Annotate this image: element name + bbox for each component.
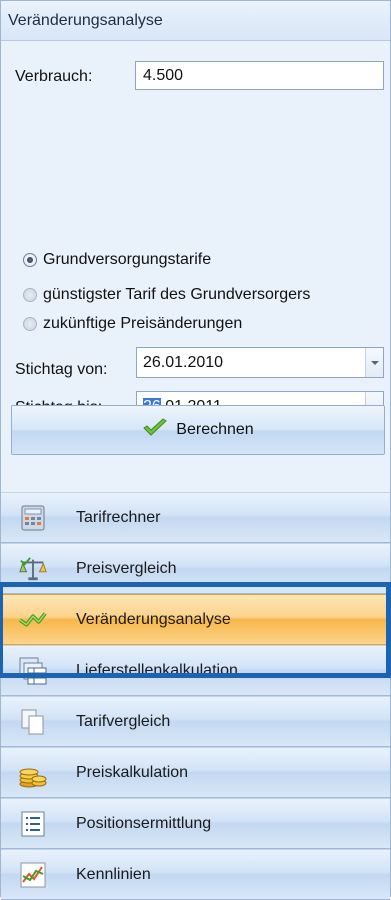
radio-zukuenftige-preisaenderungen[interactable]: zukünftige Preisänderungen: [23, 312, 242, 336]
nav-item-lieferstellenkalkulation[interactable]: Lieferstellenkalkulation: [1, 645, 390, 696]
nav-item-preisvergleich[interactable]: Preisvergleich: [1, 543, 390, 594]
berechnen-button[interactable]: Berechnen: [11, 405, 385, 455]
chevron-down-icon[interactable]: [365, 348, 383, 377]
coins-icon: [19, 759, 47, 787]
radio-guenstigster-tarif[interactable]: günstigster Tarif des Grundversorgers: [23, 283, 310, 307]
radio-label: zukünftige Preisänderungen: [43, 315, 243, 332]
scales-icon: [19, 555, 47, 583]
nav-item-kennlinien[interactable]: Kennlinien: [1, 849, 390, 900]
nav-label: Lieferstellenkalkulation: [76, 661, 238, 679]
nav-item-tarifrechner[interactable]: Tarifrechner: [1, 492, 390, 543]
nav-label: Veränderungsanalyse: [76, 610, 231, 628]
nav-label: Kennlinien: [76, 865, 151, 883]
checkmark-icon: [142, 417, 168, 443]
line-chart-icon: [19, 861, 47, 889]
calculator-icon: [19, 504, 47, 532]
radio-label: günstigster Tarif des Grundversorgers: [43, 286, 311, 303]
stichtag-von-combo[interactable]: 26.01.2010: [136, 347, 384, 378]
nav-label: Preisvergleich: [76, 559, 177, 577]
radio-grundversorgungstarife[interactable]: Grundversorgungstarife: [23, 248, 211, 272]
verbrauch-input[interactable]: [135, 61, 384, 90]
list-icon: [19, 810, 47, 838]
navigation-list: Tarifrechner Preisvergleich Veränderungs…: [1, 492, 390, 900]
nav-label: Positionsermittlung: [76, 814, 212, 832]
radio-label: Grundversorgungstarife: [43, 251, 212, 268]
nav-item-tarifvergleich[interactable]: Tarifvergleich: [1, 696, 390, 747]
nav-label: Tarifrechner: [76, 508, 161, 526]
radio-unchecked-icon: [23, 317, 37, 331]
radio-unchecked-icon: [23, 288, 37, 302]
analysis-panel: Verbrauch: Grundversorgungstarife günsti…: [1, 41, 390, 491]
nav-item-veraenderungsanalyse[interactable]: Veränderungsanalyse: [1, 594, 390, 645]
trend-chart-icon: [19, 606, 47, 634]
verbrauch-label: Verbrauch:: [15, 68, 93, 85]
nav-item-positionsermittlung[interactable]: Positionsermittlung: [1, 798, 390, 849]
stichtag-von-value: 26.01.2010: [143, 353, 224, 371]
nav-label: Tarifvergleich: [76, 712, 171, 730]
stichtag-von-label: Stichtag von:: [15, 361, 108, 378]
table-stack-icon: [19, 657, 47, 685]
analysis-window: Veränderungsanalyse Verbrauch: Grundvers…: [0, 0, 391, 900]
nav-item-preiskalkulation[interactable]: Preiskalkulation: [1, 747, 390, 798]
documents-icon: [19, 708, 47, 736]
panel-title: Veränderungsanalyse: [1, 1, 390, 41]
berechnen-label: Berechnen: [176, 421, 254, 438]
radio-checked-icon: [23, 253, 37, 267]
nav-label: Preiskalkulation: [76, 763, 189, 781]
